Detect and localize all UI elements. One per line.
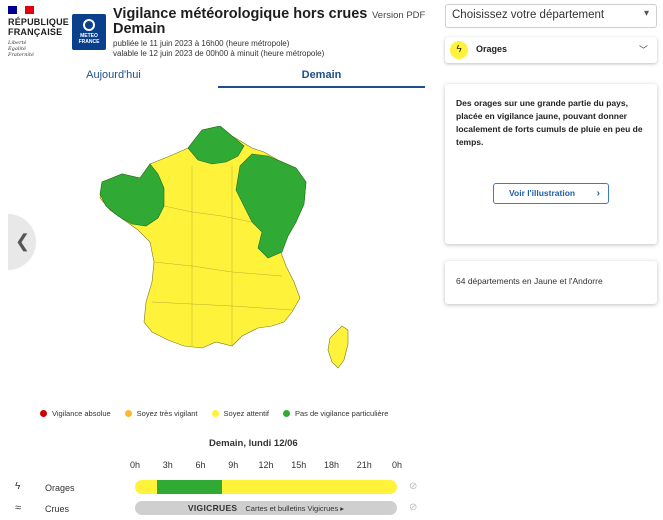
orages-timeline-bar[interactable] bbox=[135, 480, 397, 494]
legend-label: Vigilance absolue bbox=[52, 409, 111, 418]
previous-button[interactable]: ❮ bbox=[8, 214, 36, 270]
vigicrues-link-text: Cartes et bulletins Vigicrues ▸ bbox=[245, 503, 345, 513]
republique-francaise-logo: RÉPUBLIQUE FRANÇAISE Liberté Égalité Fra… bbox=[8, 6, 70, 58]
tab-tomorrow[interactable]: Demain bbox=[218, 66, 425, 88]
legend-label: Soyez très vigilant bbox=[136, 409, 198, 418]
map-green-west[interactable] bbox=[99, 163, 165, 227]
day-tabs: Aujourd'hui Demain bbox=[10, 66, 425, 88]
timeline-tick: 15h bbox=[291, 460, 307, 470]
view-illustration-label: Voir l'illustration bbox=[509, 188, 576, 198]
french-flag-icon bbox=[8, 6, 35, 14]
phenomenon-description: Des orages sur une grande partie du pays… bbox=[456, 98, 643, 147]
hide-eye-icon[interactable]: ⊘ bbox=[409, 502, 417, 513]
tab-today[interactable]: Aujourd'hui bbox=[10, 66, 217, 88]
validity-date: valable le 12 juin 2023 de 00h00 à minui… bbox=[113, 49, 325, 58]
republique-line2: FRANÇAISE bbox=[8, 27, 63, 37]
meteo-france-mark-icon bbox=[83, 19, 95, 31]
summary-text: 64 départements en Jaune et l'Andorre bbox=[456, 276, 603, 286]
pdf-version-link[interactable]: Version PDF bbox=[372, 10, 425, 21]
yellow-dot-icon bbox=[211, 410, 219, 417]
timeline-segment-yellow bbox=[222, 480, 397, 494]
vigilance-map[interactable] bbox=[92, 126, 362, 372]
green-dot-icon bbox=[282, 410, 290, 417]
waves-icon: ≈ bbox=[15, 502, 22, 514]
department-select[interactable]: Choisissez votre département ▾ bbox=[445, 4, 657, 28]
legend-label: Soyez attentif bbox=[223, 409, 269, 418]
timeline-segment-green bbox=[156, 480, 223, 494]
red-dot-icon bbox=[40, 410, 47, 417]
chevron-down-icon: ﹀ bbox=[638, 45, 648, 55]
orages-row-label: Orages bbox=[45, 483, 75, 493]
timeline-tick: 9h bbox=[228, 460, 239, 470]
vigicrues-brand: VIGICRUES bbox=[187, 503, 238, 513]
timeline-segment-yellow bbox=[135, 480, 157, 494]
meteo-france-logo[interactable]: METEO FRANCE bbox=[72, 14, 106, 50]
chevron-down-icon: ▾ bbox=[643, 8, 649, 19]
hide-eye-icon[interactable]: ⊘ bbox=[409, 481, 417, 492]
timeline-day-label: Demain, lundi 12/06 bbox=[209, 438, 298, 449]
timeline-tick: 18h bbox=[323, 460, 340, 470]
phenomenon-label: Orages bbox=[476, 44, 508, 54]
legend-label: Pas de vigilance particulière bbox=[294, 409, 389, 418]
legend-item-yellow: Soyez attentif bbox=[211, 409, 269, 418]
legend-item-green: Pas de vigilance particulière bbox=[282, 409, 389, 418]
summary-card: 64 départements en Jaune et l'Andorre bbox=[445, 261, 657, 304]
page-title: Vigilance météorologique hors crues bbox=[113, 6, 368, 22]
timeline-tick: 21h bbox=[356, 460, 372, 470]
page-subtitle: Demain bbox=[113, 21, 166, 37]
legend-item-orange: Soyez très vigilant bbox=[124, 409, 198, 418]
phenomenon-accordion[interactable]: ϟ Orages ﹀ bbox=[445, 37, 657, 63]
map-corsica[interactable] bbox=[327, 325, 349, 369]
timeline-tick: 0h bbox=[129, 460, 140, 470]
republique-line1: RÉPUBLIQUE bbox=[8, 17, 70, 27]
timeline-tick: 3h bbox=[162, 460, 173, 470]
crues-row-label: Crues bbox=[45, 504, 70, 514]
legend-item-red: Vigilance absolue bbox=[40, 409, 111, 418]
map-legend: Vigilance absolue Soyez très vigilant So… bbox=[40, 409, 402, 418]
orange-dot-icon bbox=[124, 410, 132, 417]
department-select-value: Choisissez votre département bbox=[452, 9, 605, 21]
motto-fraternite: Fraternité bbox=[8, 52, 34, 58]
lightning-icon: ϟ bbox=[15, 481, 21, 492]
chevron-left-icon: ❮ bbox=[15, 231, 31, 251]
published-date: publiée le 11 juin 2023 à 16h00 (heure m… bbox=[113, 39, 290, 48]
timeline-tick: 0h bbox=[391, 460, 402, 470]
chevron-right-icon: › bbox=[596, 188, 600, 199]
timeline-tick: 12h bbox=[258, 460, 274, 470]
view-illustration-button[interactable]: Voir l'illustration › bbox=[493, 183, 609, 204]
vigicrues-link-bar[interactable]: VIGICRUES Cartes et bulletins Vigicrues … bbox=[135, 501, 397, 515]
meteo-line2: FRANCE bbox=[78, 39, 100, 45]
timeline-tick: 6h bbox=[195, 460, 206, 470]
phenomenon-description-card: Des orages sur une grande partie du pays… bbox=[445, 84, 657, 244]
lightning-icon: ϟ bbox=[450, 41, 468, 59]
